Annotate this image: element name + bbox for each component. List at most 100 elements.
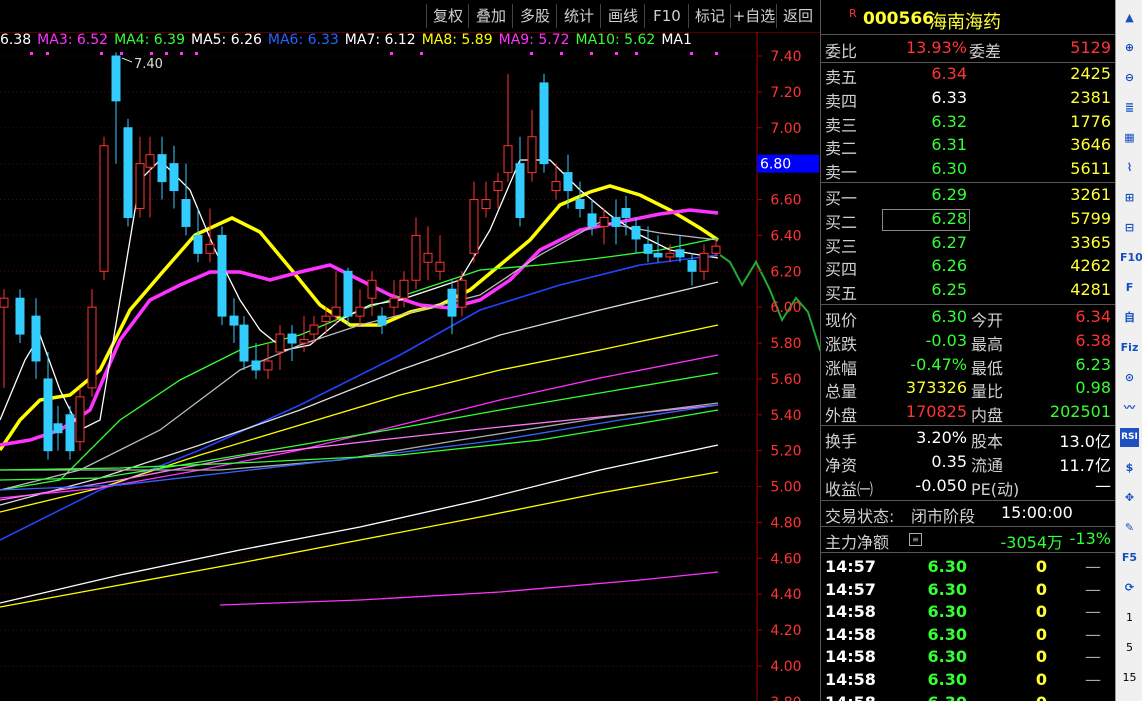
f5-icon[interactable]: F5: [1120, 548, 1139, 567]
f-icon[interactable]: F: [1120, 278, 1139, 297]
candle-body: [135, 163, 145, 209]
trend-icon[interactable]: ⌇: [1120, 158, 1139, 177]
move-icon[interactable]: ✥: [1120, 488, 1139, 507]
quote-label: 最低: [971, 358, 1004, 378]
grid-icon[interactable]: ▦: [1120, 128, 1139, 147]
toolbar-button-7[interactable]: +自选: [730, 4, 777, 28]
quote-label: 最高: [971, 334, 1004, 354]
toolbar-button-8[interactable]: 返回: [776, 4, 819, 28]
scroll-up-icon[interactable]: ▲: [1120, 8, 1139, 27]
asks-volume: 5611: [1070, 159, 1111, 179]
ma-legend-item: MA7: 6.12: [344, 32, 416, 48]
candle-body: [563, 172, 573, 192]
toolbar-button-4[interactable]: 画线: [600, 4, 645, 28]
toolbar-button-2[interactable]: 多股: [512, 4, 557, 28]
bids-volume: 4281: [1070, 280, 1111, 300]
signal-dot: [100, 52, 103, 55]
candle-body: [599, 216, 609, 227]
asks-row[interactable]: 卖四 6.33 2381: [821, 88, 1115, 111]
tick-row[interactable]: 14:58 6.30 0 —: [821, 625, 1115, 648]
tick-row[interactable]: 14:57 6.30 0 —: [821, 557, 1115, 580]
fundamental-row: 净资 0.35 流通 11.7亿: [821, 452, 1115, 475]
candle-body: [389, 297, 399, 308]
candle-body: [43, 378, 53, 452]
list-icon[interactable]: ≣: [1120, 98, 1139, 117]
candle-body: [411, 234, 421, 281]
quote-label: 涨跌: [825, 334, 858, 354]
main-flow-row[interactable]: 主力净额 ≡ -3054万 -13%: [821, 529, 1115, 552]
bids-price: 6.27: [931, 232, 967, 252]
period-15-button[interactable]: 15: [1120, 668, 1139, 687]
candle-body: [299, 338, 309, 344]
toolbar-button-1[interactable]: 叠加: [468, 4, 513, 28]
list-icon[interactable]: ≡: [909, 533, 922, 546]
zoom-out-icon[interactable]: ⊖: [1120, 68, 1139, 87]
trade-status-value: 闭市阶段: [911, 507, 976, 526]
flag-badge: R: [849, 7, 857, 20]
dollar-icon[interactable]: $: [1120, 458, 1139, 477]
rsi-icon[interactable]: RSI: [1120, 428, 1139, 447]
moving-average-legend: 6.38 MA3: 6.52 MA4: 6.39 MA5: 6.26 MA6: 6.33…: [0, 32, 758, 52]
period-1-button[interactable]: 1: [1120, 608, 1139, 627]
candle-body: [457, 279, 467, 308]
asks-row[interactable]: 卖三 6.32 1776: [821, 112, 1115, 135]
circle-icon[interactable]: ⊙: [1120, 368, 1139, 387]
asks-label: 卖五: [825, 68, 858, 87]
wave-icon[interactable]: 〰: [1120, 398, 1139, 417]
divider: [821, 425, 1115, 426]
asks-row[interactable]: 卖一 6.30 5611: [821, 159, 1115, 182]
pen-icon[interactable]: ✎: [1120, 518, 1139, 537]
candle-body: [447, 288, 457, 317]
candle-body: [653, 252, 663, 258]
quote-value: -0.03: [925, 330, 967, 350]
ma-legend-item: MA3: 6.52: [37, 32, 109, 48]
quote-value: 202501: [1049, 402, 1111, 422]
tick-volume: 0: [1035, 557, 1047, 576]
candle-body: [263, 360, 273, 371]
fiz-icon[interactable]: Fiz: [1120, 338, 1139, 357]
zoom-in-icon[interactable]: ⊕: [1120, 38, 1139, 57]
signal-dot: [46, 52, 49, 55]
tick-row[interactable]: 14:58 6.30 0 —: [821, 602, 1115, 625]
tick-row[interactable]: 14:58 6.30 0 —: [821, 670, 1115, 693]
toolbar-button-3[interactable]: 统计: [556, 4, 601, 28]
bids-row[interactable]: 买四 6.26 4262: [821, 256, 1115, 279]
f10-icon[interactable]: F10: [1120, 248, 1142, 267]
signal-dot: [530, 52, 533, 55]
asks-row[interactable]: 卖二 6.31 3646: [821, 135, 1115, 158]
bids-row[interactable]: 买五 6.25 4281: [821, 280, 1115, 303]
refresh-icon[interactable]: ⟳: [1120, 578, 1139, 597]
moving-average-line: [0, 254, 719, 541]
moving-average-line: [0, 402, 719, 471]
candle-body: [111, 55, 121, 102]
layout-icon[interactable]: ⊟: [1120, 218, 1139, 237]
toolbar-button-5[interactable]: F10: [644, 4, 689, 28]
candle-icon[interactable]: ⊞: [1120, 188, 1139, 207]
favorite-icon[interactable]: 自: [1120, 308, 1139, 327]
tick-direction: —: [1071, 693, 1101, 701]
tick-row[interactable]: 14:58 6.30 0 —: [821, 693, 1115, 701]
divider: [821, 62, 1115, 63]
tick-row[interactable]: 14:58 6.30 0 —: [821, 647, 1115, 670]
period-5-button[interactable]: 5: [1120, 638, 1139, 657]
candle-body: [331, 306, 341, 317]
candle-body: [157, 154, 167, 183]
toolbar-button-6[interactable]: 标记: [688, 4, 731, 28]
candle-body: [181, 199, 191, 227]
asks-row[interactable]: 卖五 6.34 2425: [821, 64, 1115, 87]
signal-dot: [615, 52, 618, 55]
quote-row: 外盘 170825 内盘 202501: [821, 402, 1115, 425]
toolbar-button-0[interactable]: 复权: [426, 4, 469, 28]
tick-row[interactable]: 14:57 6.30 0 —: [821, 580, 1115, 603]
trade-status-time: 15:00:00: [1001, 503, 1073, 522]
asks-label: 卖三: [825, 115, 858, 135]
bids-row[interactable]: 买一 6.29 3261: [821, 185, 1115, 208]
candlestick-chart[interactable]: 7.40 7.20 7.00 6.80 6.60 6.40 6.20 6.00 5.80 5.60…: [0, 0, 820, 701]
quote-value: 170825: [905, 402, 967, 422]
candle-body: [169, 163, 179, 192]
candle-body: [665, 252, 675, 258]
weibi-label: 委比: [825, 42, 858, 61]
bids-row[interactable]: 买三 6.27 3365: [821, 233, 1115, 256]
candle-body: [145, 154, 155, 168]
bids-label: 买四: [825, 260, 858, 280]
